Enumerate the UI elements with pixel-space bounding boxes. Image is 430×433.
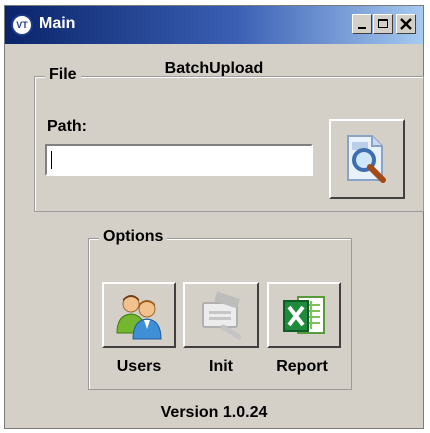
app-logo-text: VT bbox=[16, 20, 28, 30]
report-button[interactable] bbox=[267, 282, 341, 348]
minimize-button[interactable] bbox=[352, 14, 372, 34]
text-caret bbox=[51, 151, 52, 169]
users-button[interactable] bbox=[102, 282, 176, 348]
path-input[interactable] bbox=[45, 144, 313, 176]
browse-button[interactable] bbox=[329, 119, 405, 199]
report-label: Report bbox=[276, 358, 328, 375]
init-icon bbox=[202, 291, 242, 340]
version-label: Version 1.0.24 bbox=[160, 404, 268, 421]
main-window: VT Main BatchUpload File Path: Options U… bbox=[4, 5, 424, 429]
users-icon bbox=[116, 295, 162, 340]
minimize-icon bbox=[358, 27, 366, 29]
init-button[interactable] bbox=[183, 282, 259, 348]
browse-magnifier-icon bbox=[347, 135, 386, 183]
file-group-legend: File bbox=[45, 66, 81, 84]
maximize-button[interactable] bbox=[373, 14, 393, 34]
close-icon bbox=[400, 18, 412, 30]
excel-report-icon bbox=[283, 296, 325, 334]
init-label: Init bbox=[209, 358, 233, 375]
path-label: Path: bbox=[47, 118, 87, 135]
title-bar[interactable]: VT Main bbox=[5, 6, 423, 44]
users-label: Users bbox=[116, 358, 162, 375]
app-logo-icon: VT bbox=[11, 14, 33, 36]
options-group-legend: Options bbox=[99, 228, 168, 246]
window-title: Main bbox=[39, 15, 76, 32]
close-button[interactable] bbox=[396, 14, 416, 34]
maximize-icon bbox=[378, 19, 388, 28]
